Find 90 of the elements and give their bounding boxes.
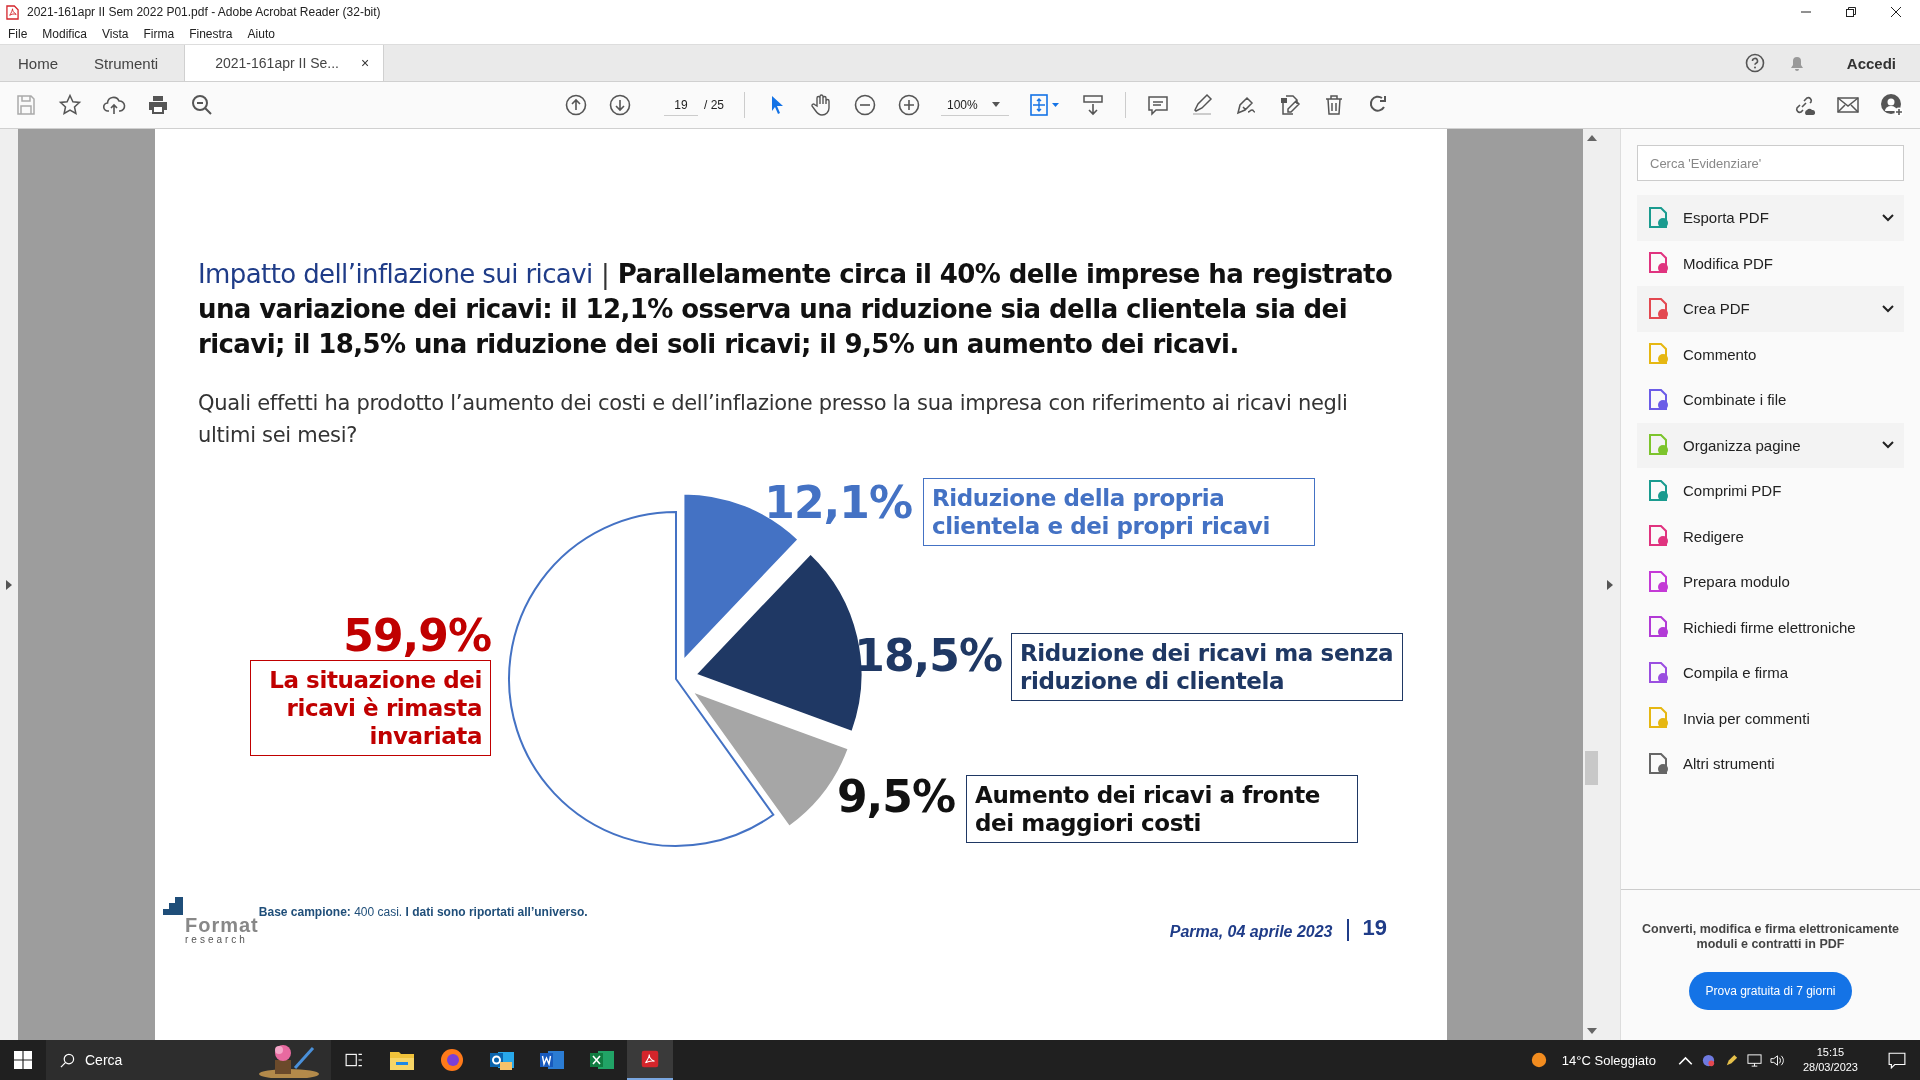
clock-time[interactable]: 15:15 <box>1816 1045 1845 1060</box>
chevron-down-icon[interactable] <box>1882 304 1894 313</box>
tool-item[interactable]: Invia per commenti <box>1637 695 1904 741</box>
edit-document-icon[interactable] <box>1278 93 1302 117</box>
spreadsheet-app-icon[interactable] <box>590 1048 614 1072</box>
tool-item[interactable]: Combinate i file <box>1637 377 1904 423</box>
menu-item[interactable]: Modifica <box>42 27 88 41</box>
document-app-icon[interactable] <box>540 1048 564 1072</box>
logo-name: Format <box>185 915 259 935</box>
tool-item[interactable]: Esporta PDF <box>1637 195 1904 241</box>
scroll-up-icon[interactable] <box>1586 135 1597 141</box>
arrow-down-icon[interactable] <box>608 93 632 117</box>
sun-icon[interactable] <box>1529 1051 1548 1069</box>
percentage-label: 12,1% <box>763 477 912 529</box>
help-icon[interactable] <box>1744 53 1765 73</box>
menu-item[interactable]: File <box>8 27 28 41</box>
tool-item[interactable]: Comprimi PDF <box>1637 468 1904 514</box>
pdf-app-icon <box>6 4 19 20</box>
highlighter-icon[interactable] <box>1190 93 1214 117</box>
logo-subtitle: research <box>185 935 249 945</box>
tool-item[interactable]: Compila e firma <box>1637 650 1904 696</box>
caret-icon[interactable] <box>991 102 1000 107</box>
zoom-search-icon[interactable] <box>190 93 214 117</box>
tool-item[interactable]: Crea PDF <box>1637 286 1904 332</box>
taskbar-search-field[interactable]: Cerca <box>46 1040 331 1080</box>
page-total: / 25 <box>704 98 724 112</box>
promo-text: Converti, modifica e firma elettronicamente moduli e contratti in PDF <box>1641 922 1900 952</box>
comment-icon[interactable] <box>1146 93 1170 117</box>
tool-item[interactable]: Prepara modulo <box>1637 559 1904 605</box>
page-number: 19 <box>1362 915 1387 941</box>
menu-item[interactable]: Finestra <box>189 27 233 41</box>
pdf-reader-icon[interactable] <box>641 1050 659 1068</box>
logo-steps-icon <box>163 897 183 915</box>
tools-search-field[interactable]: Cerca 'Evidenziare' <box>1637 145 1904 181</box>
scroll-down-icon[interactable] <box>1586 1028 1597 1034</box>
search-icon <box>60 1052 75 1068</box>
tool-item[interactable]: Organizza pagine <box>1637 422 1904 468</box>
fit-page-icon[interactable] <box>1029 93 1061 117</box>
notification-icon[interactable] <box>1888 1051 1906 1069</box>
tray-app-icon[interactable] <box>1700 1052 1716 1068</box>
print-icon[interactable] <box>146 93 170 117</box>
zoom-dropdown[interactable]: 100% <box>941 94 1009 116</box>
weather-text[interactable]: 14°C Soleggiato <box>1561 1052 1656 1068</box>
tool-item[interactable]: Redigere <box>1637 513 1904 559</box>
footnote: Base campione: 400 casi. I dati sono riportati all’universo. <box>258 905 588 919</box>
menu-item[interactable]: Vista <box>102 27 129 41</box>
category-callout: Aumento dei ricavi a fronte dei maggiori costi <box>966 775 1358 843</box>
close-icon[interactable] <box>1890 6 1902 18</box>
arrow-up-icon[interactable] <box>564 93 588 117</box>
category-callout: Riduzione dei ricavi ma senza riduzione di clientela <box>1011 633 1403 701</box>
task-view-icon[interactable] <box>345 1051 363 1069</box>
tool-item[interactable]: Altri strumenti <box>1637 741 1904 787</box>
category-callout: Riduzione della propria clientela e dei propri ricavi <box>923 478 1315 546</box>
restore-icon[interactable] <box>1845 6 1857 18</box>
tool-item[interactable]: Modifica PDF <box>1637 240 1904 286</box>
star-icon[interactable] <box>58 93 82 117</box>
page-number-field[interactable]: 19 <box>664 94 698 116</box>
expand-left-panel-icon[interactable] <box>6 579 12 590</box>
zoom-out-icon[interactable] <box>853 93 877 117</box>
tool-item[interactable]: Commento <box>1637 331 1904 377</box>
tab[interactable]: Strumenti <box>76 45 177 81</box>
menu-item[interactable]: Firma <box>143 27 175 41</box>
browser-icon[interactable] <box>440 1048 464 1072</box>
hand-icon[interactable] <box>809 93 833 117</box>
scroll-mode-icon[interactable] <box>1081 93 1105 117</box>
chevron-down-icon[interactable] <box>1882 213 1894 222</box>
window-title: 2021-161apr II Sem 2022 P01.pdf - Adobe Acrobat Reader (32-bit) <box>27 5 382 19</box>
free-trial-button[interactable]: Prova gratuita di 7 giorni <box>1689 972 1852 1010</box>
scrollbar-thumb[interactable] <box>1585 751 1598 785</box>
expand-right-panel-icon[interactable] <box>1607 579 1613 590</box>
category-callout: La situazione dei ricavi è rimasta invariata <box>250 660 491 756</box>
menu-item[interactable]: Aiuto <box>247 27 275 41</box>
zoom-in-icon[interactable] <box>897 93 921 117</box>
windows-start-icon[interactable] <box>14 1051 32 1069</box>
tool-item[interactable]: Richiedi firme elettroniche <box>1637 604 1904 650</box>
survey-question: Quali effetti ha prodotto l’aumento dei costi e dell’inflazione presso la sua impresa con riferimento ai ricavi negli ultimi sei mesi? <box>198 390 1349 449</box>
speaker-icon[interactable] <box>1769 1052 1785 1068</box>
tab[interactable]: 2021-161apr II Se... × <box>184 45 385 81</box>
place-date: Parma, 04 aprile 2023 <box>1169 923 1333 941</box>
add-user-icon[interactable] <box>1880 93 1904 117</box>
percentage-label: 18,5% <box>853 630 1002 682</box>
clock-date[interactable]: 28/03/2023 <box>1802 1060 1858 1075</box>
percentage-label: 9,5% <box>835 771 955 823</box>
chevron-down-icon[interactable] <box>1882 441 1894 450</box>
tab-close-button[interactable]: × <box>361 55 370 71</box>
network-icon[interactable] <box>1746 1052 1762 1068</box>
sign-in-link[interactable]: Accedi <box>1846 54 1896 72</box>
tab[interactable]: Home <box>0 45 76 81</box>
percentage-label: 59,9% <box>342 610 491 662</box>
slide-headline: Impatto dell’inflazione sui ricavi | Parallelamente circa il 40% delle imprese ha registrato una variazione dei ricavi: il 12,1% osserva una riduzione sia della clientela sia dei ricavi; il 18,5% una riduzione dei soli ricavi; il 9,5% un aumento dei ricavi. <box>198 258 1394 361</box>
